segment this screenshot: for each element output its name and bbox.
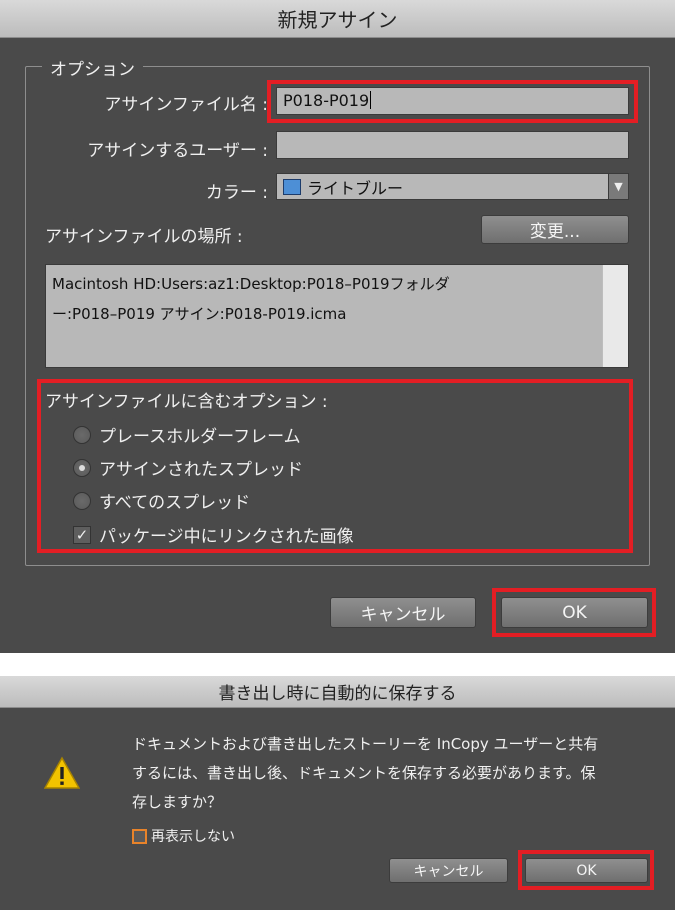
options-group-label: オプション: [42, 55, 143, 80]
change-location-button[interactable]: 変更...: [481, 215, 629, 244]
assignee-label: アサインするユーザー :: [87, 141, 268, 161]
save-message: ドキュメントおよび書き出したストーリーを InCopy ユーザーと共有 するには…: [132, 730, 652, 817]
color-swatch: [283, 178, 301, 195]
warning-icon: [44, 756, 80, 789]
path-scrollbar[interactable]: [602, 265, 628, 367]
filename-label: アサインファイル名 :: [104, 95, 268, 115]
color-label: カラー :: [205, 183, 268, 203]
cancel-button[interactable]: キャンセル: [330, 597, 476, 628]
location-path: Macintosh HD:Users:az1:Desktop:P018–P019…: [52, 269, 600, 329]
ok-button-highlight: [492, 588, 656, 637]
dialog-title: 新規アサイン: [0, 0, 675, 38]
ok-button-highlight: [518, 850, 654, 890]
filename-highlight: [267, 80, 638, 123]
dont-show-again-checkbox[interactable]: [132, 828, 147, 844]
location-path-line1: Macintosh HD:Users:az1:Desktop:P018–P019…: [52, 275, 450, 293]
cancel-button[interactable]: キャンセル: [389, 858, 508, 883]
color-select[interactable]: ライトブルー ▼: [276, 173, 629, 200]
location-path-line2: ー:P018–P019 アサイン:P018-P019.icma: [52, 305, 347, 323]
save-message-line2: するには、書き出し後、ドキュメントを保存する必要があります。保: [132, 764, 596, 782]
dont-show-again-label: 再表示しない: [151, 829, 235, 845]
save-message-line1: ドキュメントおよび書き出したストーリーを InCopy ユーザーと共有: [132, 735, 599, 753]
include-options-highlight: [37, 379, 633, 553]
dont-show-again-row[interactable]: 再表示しない: [132, 826, 235, 846]
dialog-title: 書き出し時に自動的に保存する: [0, 676, 675, 708]
new-assignment-dialog: 新規アサイン オプション アサインファイル名 : P018-P019 アサインす…: [0, 0, 675, 653]
color-value: ライトブルー: [307, 178, 404, 198]
location-path-box: Macintosh HD:Users:az1:Desktop:P018–P019…: [45, 264, 629, 368]
assignee-input[interactable]: [276, 131, 629, 159]
auto-save-dialog: 書き出し時に自動的に保存する ドキュメントおよび書き出したストーリーを InCo…: [0, 676, 675, 910]
chevron-down-icon[interactable]: ▼: [608, 174, 628, 199]
save-message-line3: 存しますか？: [132, 793, 223, 811]
location-label: アサインファイルの場所 :: [45, 227, 243, 247]
